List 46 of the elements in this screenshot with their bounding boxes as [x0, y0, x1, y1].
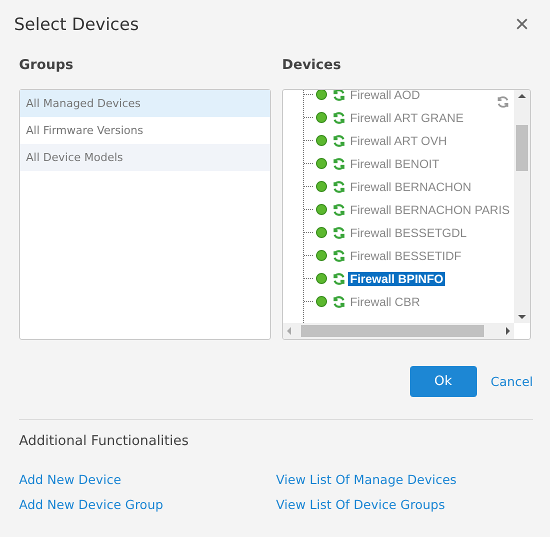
sync-icon [332, 156, 346, 170]
status-dot-icon [316, 204, 327, 215]
refresh-icon[interactable] [496, 95, 510, 109]
sync-icon [332, 226, 346, 240]
status-dot-icon [316, 250, 327, 261]
vertical-scrollbar[interactable] [514, 90, 530, 323]
link[interactable]: View List Of Manage Devices [276, 471, 533, 489]
device-item[interactable]: Firewall BESSETIDF [348, 248, 464, 262]
sync-icon [332, 180, 346, 194]
device-item[interactable]: Firewall AOD [348, 90, 422, 102]
sync-icon [332, 110, 346, 124]
device-item[interactable]: Firewall BERNACHON [348, 180, 474, 194]
link[interactable]: Add New Device Group [19, 496, 276, 514]
sync-icon [332, 294, 346, 308]
section-heading: Additional Functionalities [19, 433, 190, 451]
horizontal-scrollbar[interactable] [283, 323, 514, 339]
group-item[interactable]: All Device Models [20, 144, 270, 171]
devices-heading: Devices [282, 57, 342, 75]
status-dot-icon [316, 90, 327, 100]
sync-icon [332, 90, 346, 102]
status-dot-icon [316, 158, 327, 169]
sync-icon [332, 134, 346, 148]
status-dot-icon [316, 273, 327, 284]
group-item[interactable]: All Managed Devices [20, 90, 270, 117]
status-dot-icon [316, 181, 327, 192]
status-dot-icon [316, 296, 327, 307]
dialog-title: Select Devices [14, 15, 139, 35]
sync-icon [332, 202, 346, 216]
sync-icon [332, 272, 346, 286]
status-dot-icon [316, 227, 327, 238]
device-item[interactable]: Firewall BPINFO [348, 272, 446, 286]
device-item[interactable]: Firewall ART OVH [348, 134, 449, 148]
link[interactable]: Add New Device [19, 471, 276, 489]
device-item[interactable]: Firewall ART GRANE [348, 110, 466, 124]
groups-heading: Groups [19, 57, 74, 75]
status-dot-icon [316, 135, 327, 146]
close-button[interactable]: × [510, 11, 533, 39]
status-dot-icon [316, 112, 327, 123]
link[interactable]: View List Of Device Groups [276, 496, 533, 514]
ok-button[interactable]: Ok [410, 366, 477, 397]
device-item[interactable]: Firewall CBR [348, 294, 422, 308]
sync-icon [332, 248, 346, 262]
device-item[interactable]: Firewall BERNACHON PARIS [348, 202, 512, 216]
device-item[interactable]: Firewall BENOIT [348, 156, 442, 170]
cancel-link[interactable]: Cancel [490, 374, 533, 389]
device-item[interactable]: Firewall BESSETGDL [348, 226, 469, 240]
